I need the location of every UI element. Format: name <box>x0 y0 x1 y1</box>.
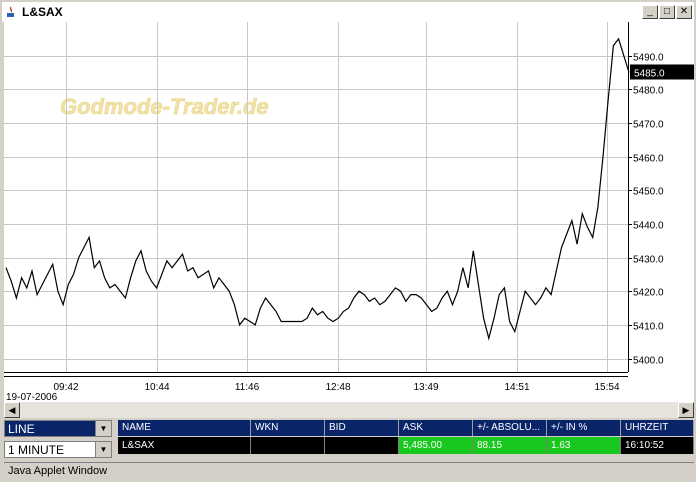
chevron-down-icon[interactable]: ▼ <box>95 421 111 436</box>
quote-table: NAME WKN BID ASK +/- ABSOLU... +/- IN % … <box>118 420 694 454</box>
maximize-button[interactable]: □ <box>659 5 675 19</box>
x-tick-label: 09:42 <box>53 382 78 393</box>
column-header-change-abs[interactable]: +/- ABSOLU... <box>473 420 547 436</box>
cell-change-pct[interactable]: 1.63 <box>547 437 621 454</box>
chart-type-value: LINE <box>8 422 35 436</box>
x-tick-label: 15:54 <box>594 382 619 393</box>
cell-ask[interactable]: 5,485.00 <box>399 437 473 454</box>
y-tick-label: 5450.0 <box>633 187 664 198</box>
price-line <box>5 37 630 341</box>
java-icon <box>7 6 14 17</box>
date-label: 19-07-2006 <box>6 392 58 402</box>
scroll-right-arrow-icon[interactable]: ▶ <box>678 402 694 418</box>
chart-svg: Godmode-Trader.de 09:42 10:44 11:46 12:48 13:… <box>4 22 694 403</box>
title-bar: L&SAX _ □ ✕ <box>2 2 694 23</box>
y-tick-label: 5490.0 <box>633 53 664 64</box>
horizontal-scrollbar[interactable]: ◀ ▶ <box>4 402 694 418</box>
column-header-wkn[interactable]: WKN <box>251 420 325 436</box>
x-tick-label: 13:49 <box>413 382 438 393</box>
status-text: Java Applet Window <box>8 465 108 477</box>
y-tick-label: 5470.0 <box>633 120 664 131</box>
chevron-down-icon[interactable]: ▼ <box>95 442 111 457</box>
y-tick-label: 5460.0 <box>633 154 664 165</box>
chart-type-select[interactable]: LINE ▼ <box>4 420 112 437</box>
x-tick-label: 10:44 <box>144 382 169 393</box>
y-tick-label: 5480.0 <box>633 86 664 97</box>
interval-value: 1 MINUTE <box>8 443 65 457</box>
scroll-left-arrow-icon[interactable]: ◀ <box>4 402 20 418</box>
cell-bid[interactable] <box>325 437 399 454</box>
window-title: L&SAX <box>22 5 63 19</box>
applet-window: L&SAX _ □ ✕ Godmode-Trader.de 09:42 10:44 1… <box>0 0 696 482</box>
close-button[interactable]: ✕ <box>676 5 692 19</box>
x-tick-label: 14:51 <box>504 382 529 393</box>
status-bar: Java Applet Window <box>4 462 694 481</box>
cell-time[interactable]: 16:10:52 <box>621 437 694 454</box>
cell-name[interactable]: L&SAX <box>118 437 251 454</box>
y-tick-label: 5410.0 <box>633 322 664 333</box>
column-header-change-pct[interactable]: +/- IN % <box>547 420 621 436</box>
last-value-label: 5485.0 <box>634 68 665 79</box>
y-tick-label: 5430.0 <box>633 255 664 266</box>
price-chart[interactable]: Godmode-Trader.de 09:42 10:44 11:46 12:48 13:… <box>4 22 694 403</box>
interval-select[interactable]: 1 MINUTE ▼ <box>4 441 112 458</box>
cell-change-abs[interactable]: 88.15 <box>473 437 547 454</box>
column-header-name[interactable]: NAME <box>118 420 251 436</box>
cell-wkn[interactable] <box>251 437 325 454</box>
column-header-bid[interactable]: BID <box>325 420 399 436</box>
y-tick-label: 5440.0 <box>633 221 664 232</box>
y-tick-label: 5400.0 <box>633 356 664 367</box>
column-header-ask[interactable]: ASK <box>399 420 473 436</box>
column-header-time[interactable]: UHRZEIT <box>621 420 694 436</box>
watermark-logo: Godmode-Trader.de <box>60 94 269 119</box>
x-tick-label: 12:48 <box>325 382 350 393</box>
x-tick-label: 11:46 <box>235 382 260 393</box>
y-tick-label: 5420.0 <box>633 288 664 299</box>
minimize-button[interactable]: _ <box>642 5 658 19</box>
